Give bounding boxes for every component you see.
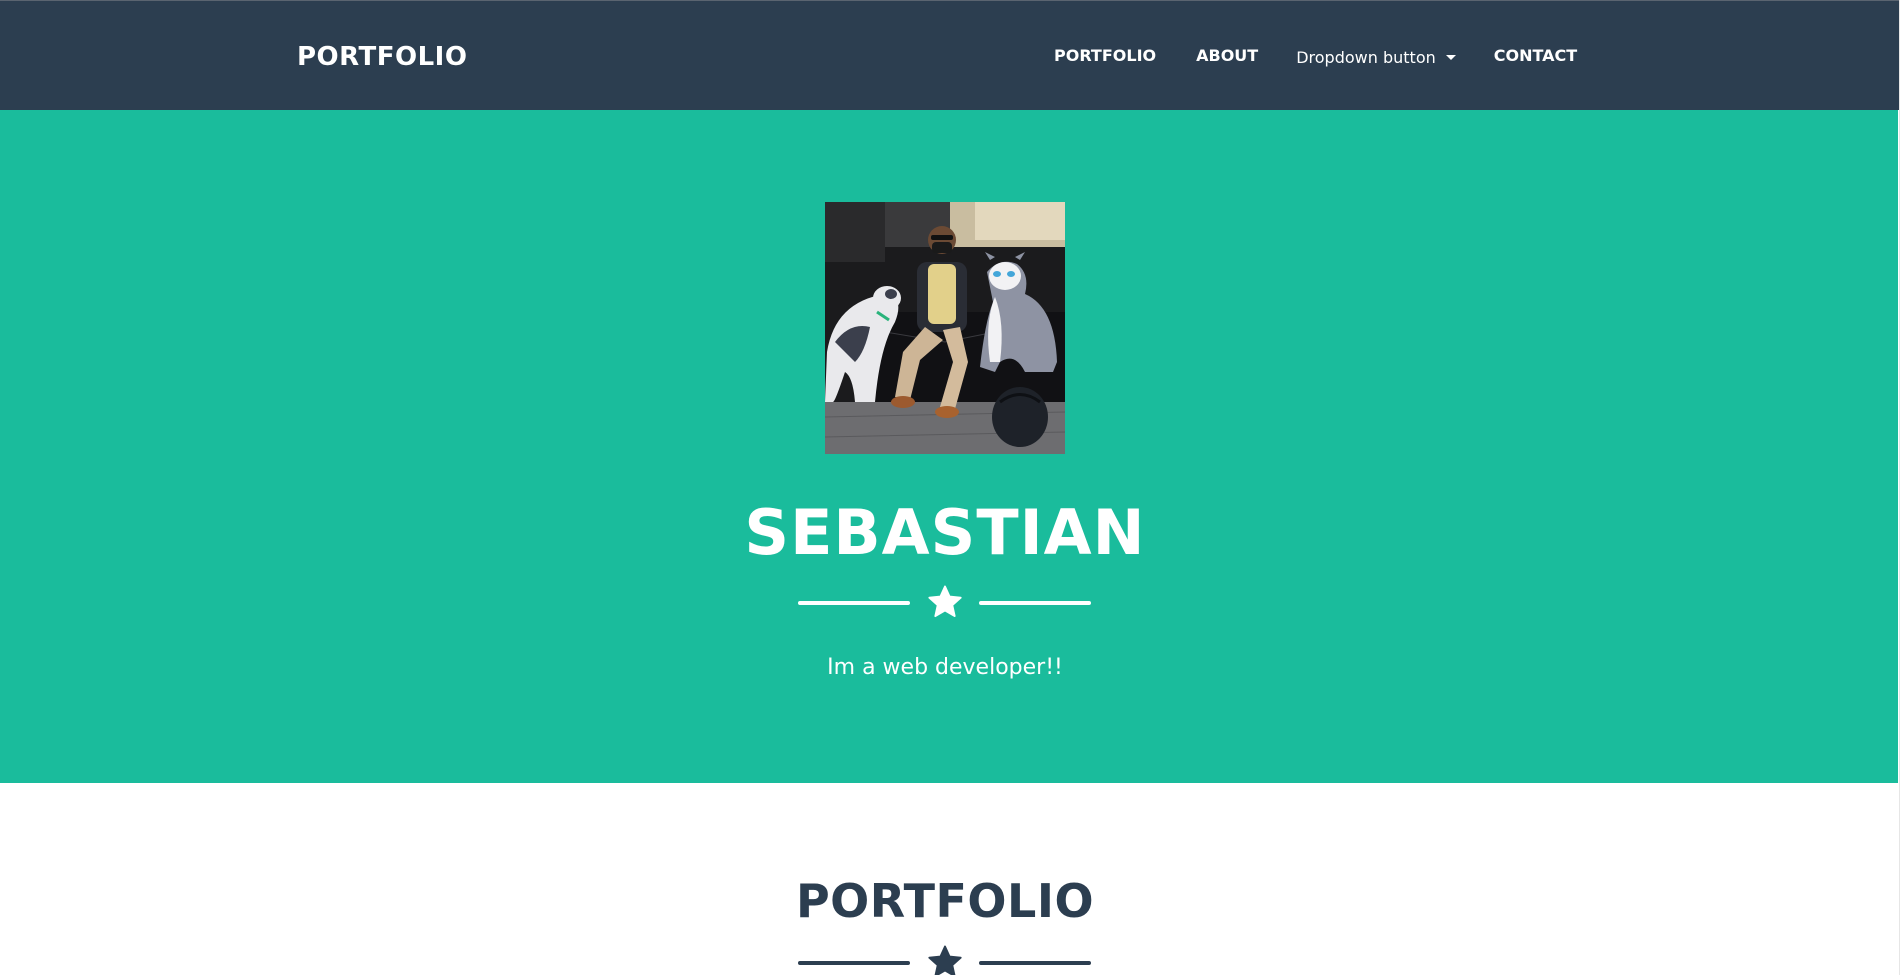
portfolio-section: PORTFOLIO bbox=[0, 783, 1898, 975]
hero-subtitle: Im a web developer!! bbox=[827, 655, 1063, 680]
portfolio-section-title: PORTFOLIO bbox=[795, 874, 1095, 928]
hero-divider bbox=[798, 583, 1091, 623]
star-icon bbox=[928, 945, 962, 975]
navbar-brand[interactable]: PORTFOLIO bbox=[297, 41, 467, 73]
profile-photo bbox=[825, 202, 1065, 454]
star-icon bbox=[928, 585, 962, 618]
navbar: PORTFOLIO PORTFOLIO ABOUT Dropdown butto… bbox=[0, 0, 1900, 110]
divider-line-right bbox=[979, 961, 1091, 965]
divider-line-right bbox=[979, 601, 1091, 605]
divider-line-left bbox=[798, 601, 910, 605]
hero-name: SEBASTIAN bbox=[744, 496, 1146, 569]
portfolio-divider bbox=[798, 943, 1091, 975]
masthead: SEBASTIAN Im a web developer!! bbox=[0, 110, 1898, 783]
dropdown-button-label: Dropdown button bbox=[1296, 47, 1436, 67]
divider-line-left bbox=[798, 961, 910, 965]
page: PORTFOLIO PORTFOLIO ABOUT Dropdown butto… bbox=[0, 0, 1900, 975]
caret-down-icon bbox=[1445, 55, 1456, 60]
nav-link-about[interactable]: ABOUT bbox=[1196, 44, 1258, 68]
nav-link-portfolio[interactable]: PORTFOLIO bbox=[1054, 44, 1156, 68]
nav-links: PORTFOLIO ABOUT Dropdown button CONTACT bbox=[1054, 44, 1577, 68]
nav-link-contact[interactable]: CONTACT bbox=[1494, 44, 1577, 68]
dropdown-button[interactable]: Dropdown button bbox=[1296, 46, 1456, 70]
